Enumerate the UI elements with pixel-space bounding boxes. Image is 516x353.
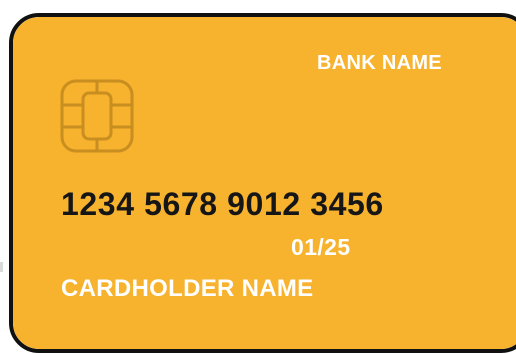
credit-card: BANK NAME 1234 5678 9012 3456 01/25 CARD… <box>9 13 516 353</box>
card-number: 1234 5678 9012 3456 <box>61 186 384 222</box>
page-edge-mark <box>0 262 3 272</box>
sim-chip-icon <box>60 79 134 153</box>
expiry-date: 01/25 <box>291 234 351 260</box>
chip-center-pad <box>81 91 113 141</box>
bank-name: BANK NAME <box>317 52 442 74</box>
cardholder-name: CARDHOLDER NAME <box>61 275 314 302</box>
